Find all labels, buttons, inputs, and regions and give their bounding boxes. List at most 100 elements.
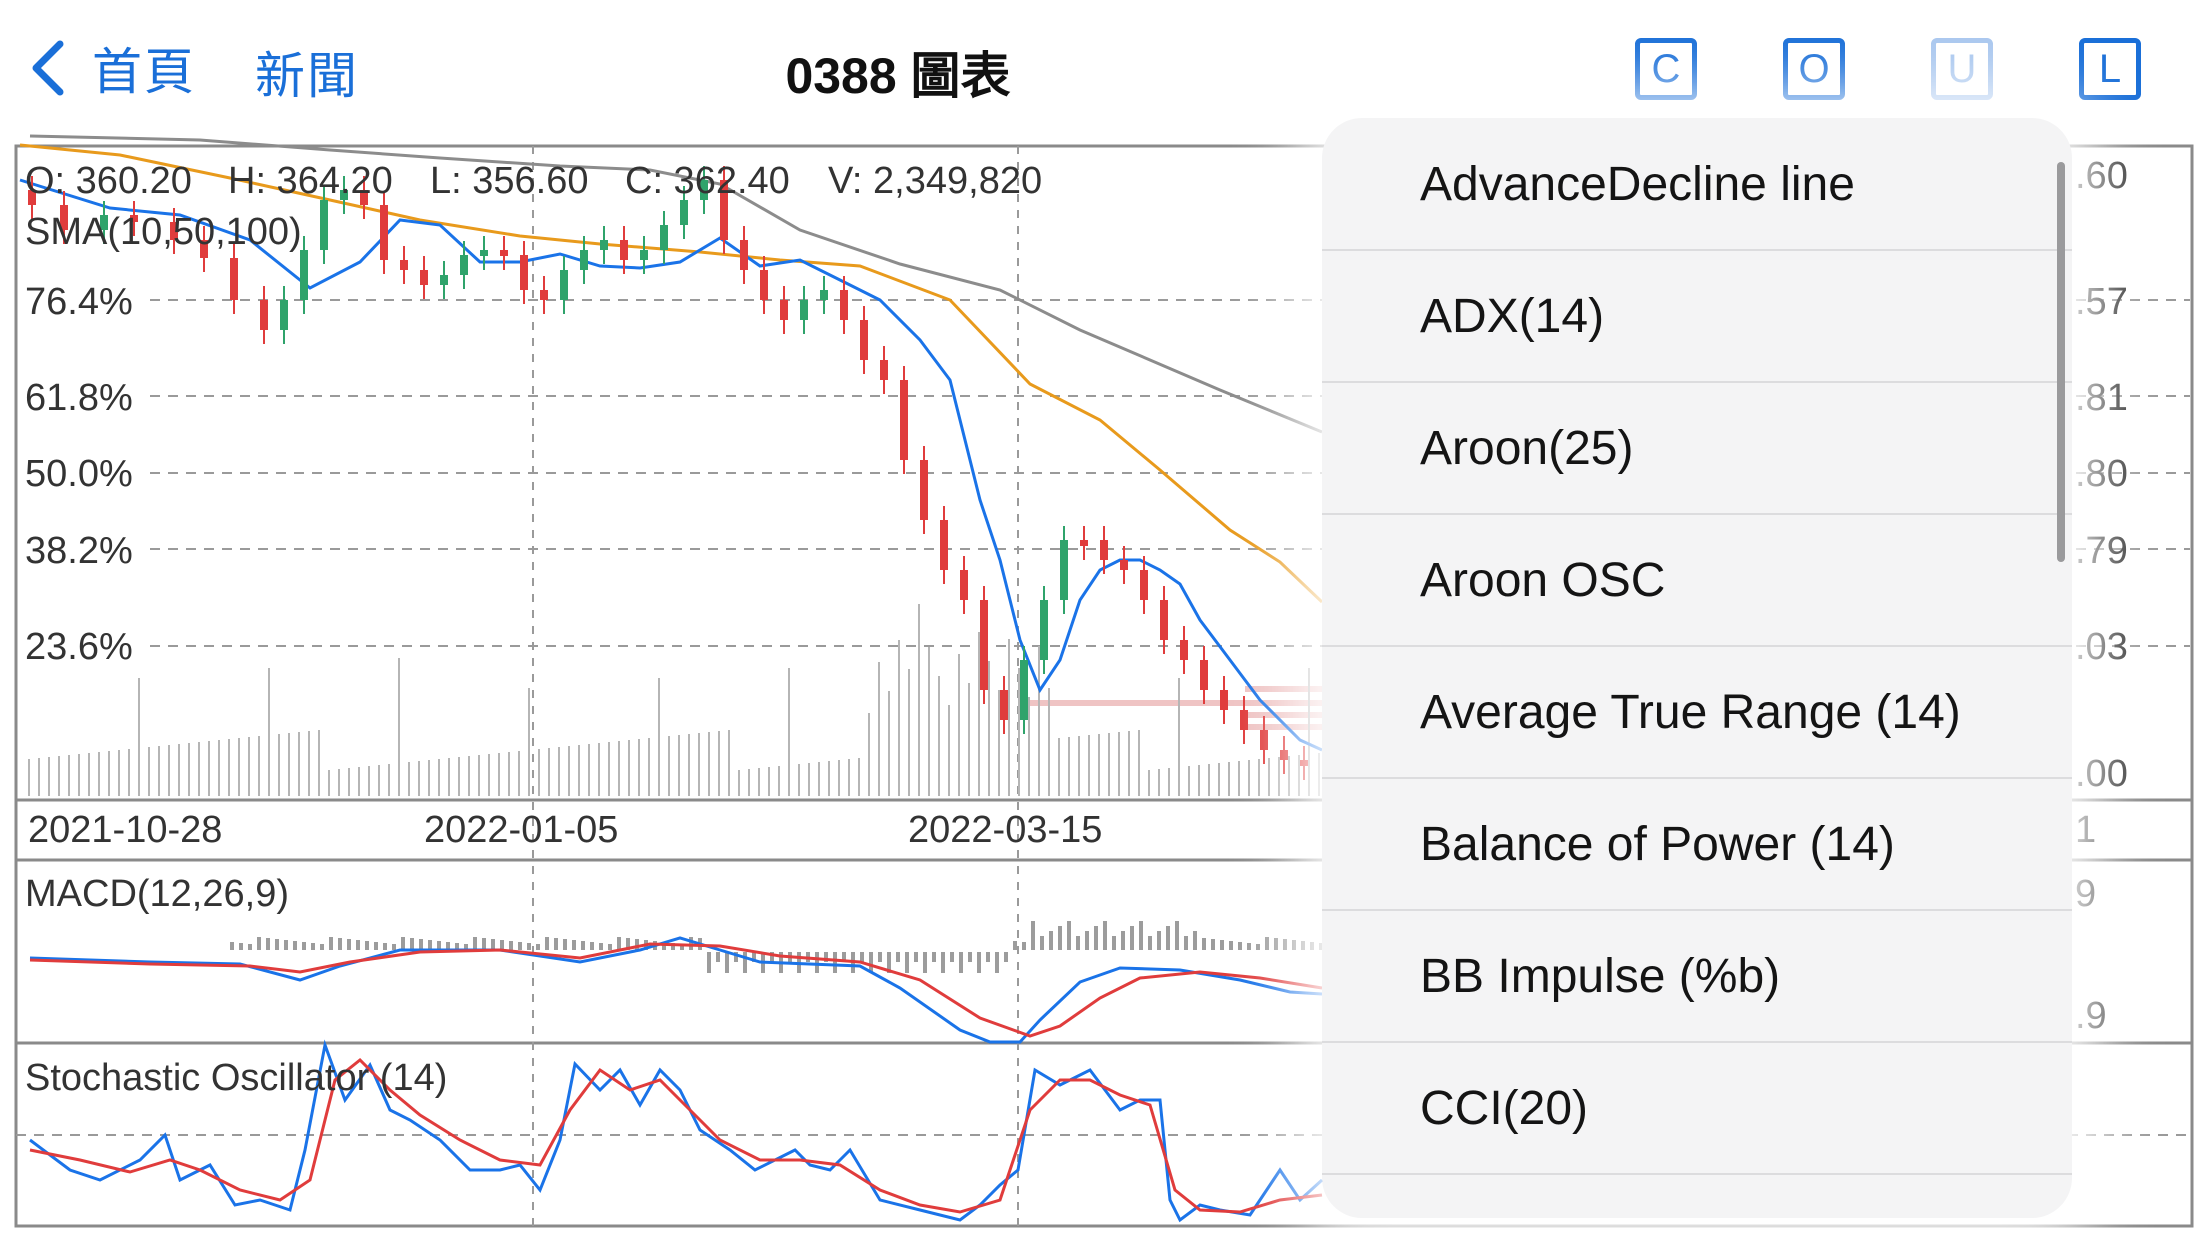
menu-separator — [1322, 1173, 2072, 1175]
macd-histogram-bar — [1229, 941, 1233, 950]
macd-histogram-bar — [932, 952, 936, 962]
macd-histogram-bar — [1094, 926, 1098, 950]
macd-histogram-bar — [509, 941, 513, 950]
volume-bar — [368, 766, 370, 796]
macd-histogram-bar — [266, 938, 270, 950]
menu-item-adx[interactable]: ADX(14) — [1322, 250, 2072, 382]
candle — [660, 225, 668, 250]
volume-bar — [288, 733, 290, 796]
macd-histogram-bar — [941, 952, 945, 973]
volume-bar — [498, 753, 500, 796]
candle — [1180, 640, 1188, 660]
volume-bar — [1238, 761, 1240, 796]
volume-bar — [138, 678, 140, 796]
volume-bar — [628, 740, 630, 796]
macd-histogram-bar — [365, 941, 369, 950]
volume-bar — [1168, 768, 1170, 796]
volume-bar — [118, 750, 120, 796]
menu-item-atr[interactable]: Average True Range (14) — [1322, 646, 2072, 778]
volume-bar — [78, 754, 80, 796]
volume-bar — [1008, 639, 1010, 796]
candle — [1260, 730, 1268, 750]
volume-bar — [718, 731, 720, 796]
candle — [300, 250, 308, 300]
volume-bar — [838, 760, 840, 796]
candle — [1200, 660, 1208, 690]
candle — [1100, 540, 1108, 560]
menu-item-aroon-osc[interactable]: Aroon OSC — [1322, 514, 2072, 646]
macd-histogram-bar — [518, 942, 522, 950]
macd-histogram-bar — [1058, 926, 1062, 950]
volume-bar — [48, 757, 50, 796]
sma-label: SMA(10,50,100) — [25, 211, 302, 253]
candle — [860, 320, 868, 360]
menu-item-bb-impulse[interactable]: BB Impulse (%b) — [1322, 910, 2072, 1042]
macd-histogram-bar — [572, 940, 576, 950]
macd-signal-line — [29, 942, 1323, 1038]
volume-bar — [638, 739, 640, 796]
volume-bar — [1088, 735, 1090, 796]
volume-bar — [1038, 646, 1040, 796]
macd-histogram-bar — [716, 952, 720, 962]
candle — [620, 240, 628, 260]
volume-bar — [1298, 755, 1300, 796]
candle — [260, 300, 268, 330]
macd-histogram-bar — [923, 952, 927, 973]
menu-item-advance-decline[interactable]: AdvanceDecline line — [1322, 118, 2072, 250]
macd-histogram-bar — [1130, 926, 1134, 950]
volume-bar — [958, 654, 960, 796]
macd-histogram-bar — [1274, 938, 1278, 950]
macd-histogram-bar — [419, 939, 423, 950]
menu-scrollbar[interactable] — [2057, 162, 2065, 562]
volume-bar — [588, 744, 590, 796]
macd-histogram-bar — [554, 938, 558, 950]
volume-bar — [128, 749, 130, 796]
volume-bar — [1018, 668, 1020, 796]
date-label: 2022-03-15 — [908, 809, 1102, 851]
macd-histogram-bar — [374, 942, 378, 950]
volume-bar — [328, 770, 330, 796]
macd-histogram-bar — [896, 952, 900, 962]
candle — [230, 258, 238, 300]
candle — [900, 380, 908, 460]
volume-bar — [148, 747, 150, 796]
volume-bar — [808, 763, 810, 796]
macd-histogram-bar — [860, 952, 864, 962]
volume-bar — [1158, 769, 1160, 796]
volume-bar — [1098, 734, 1100, 796]
candle — [940, 520, 948, 570]
macd-histogram-bar — [248, 944, 252, 950]
indicator-menu[interactable]: AdvanceDecline line ADX(14) Aroon(25) Ar… — [1322, 118, 2072, 1218]
volume-bar — [948, 705, 950, 796]
volume-bar — [1048, 688, 1050, 796]
right-axis-label: 9 — [2075, 873, 2096, 915]
macd-histogram-bar — [914, 952, 918, 962]
volume-bar — [1138, 730, 1140, 796]
volume-bar — [968, 683, 970, 796]
menu-item-cci[interactable]: CCI(20) — [1322, 1042, 2072, 1174]
menu-item-aroon[interactable]: Aroon(25) — [1322, 382, 2072, 514]
volume-bar — [388, 764, 390, 796]
macd-histogram-bar — [617, 937, 621, 950]
macd-histogram-bar — [491, 939, 495, 950]
price-candles — [28, 166, 1308, 780]
menu-item-balance-of-power[interactable]: Balance of Power (14) — [1322, 778, 2072, 910]
macd-histogram-bar — [500, 940, 504, 950]
candle — [400, 260, 408, 270]
volume-bar — [418, 761, 420, 796]
candle — [560, 270, 568, 300]
volume-bar — [688, 734, 690, 796]
macd-histogram-bar — [689, 937, 693, 950]
macd-histogram-bar — [1085, 931, 1089, 950]
macd-histogram-bar — [581, 941, 585, 950]
volume-bar — [798, 764, 800, 796]
macd-histogram-bar — [1022, 942, 1026, 950]
volume-bar — [268, 668, 270, 796]
volume-bar — [428, 760, 430, 796]
macd-histogram-bar — [1148, 936, 1152, 950]
macd-histogram-bar — [1193, 931, 1197, 950]
candle — [460, 255, 468, 275]
macd-histogram-bar — [1013, 941, 1017, 950]
volume-bar — [318, 730, 320, 796]
volume-bar — [198, 742, 200, 796]
